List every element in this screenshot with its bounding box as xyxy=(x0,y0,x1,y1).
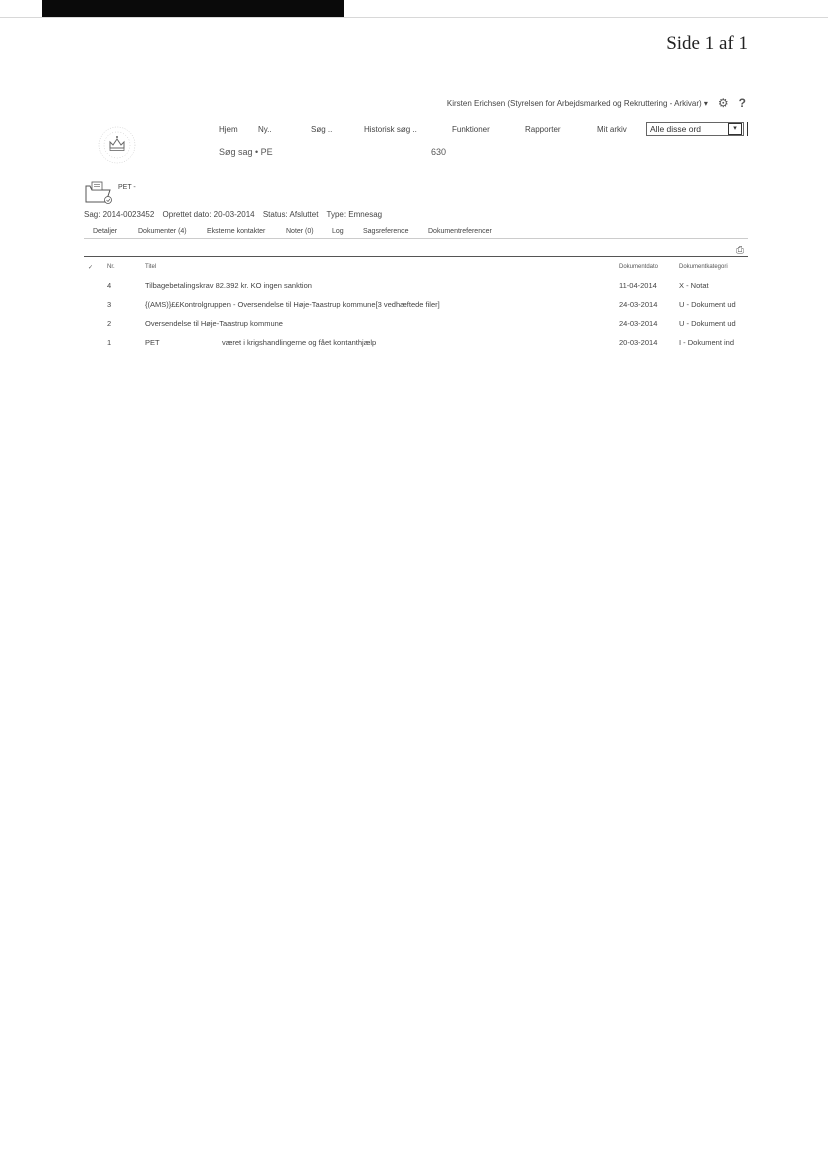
tab-log[interactable]: Log xyxy=(332,228,344,235)
nav-historic-search[interactable]: Historisk søg .. xyxy=(364,125,417,134)
table-row[interactable]: 3 {(AMS)}££Kontrolgruppen - Oversendelse… xyxy=(0,300,828,314)
column-header-nr[interactable]: Nr. xyxy=(107,264,115,270)
select-all-check-icon[interactable]: ✓ xyxy=(88,264,93,271)
row-title[interactable]: Oversendelse til Høje-Taastrup kommune xyxy=(145,319,283,328)
row-category: X - Notat xyxy=(679,281,709,290)
print-icon[interactable]: ⎙ xyxy=(736,245,744,256)
table-row[interactable]: 4 Tilbagebetalingskrav 82.392 kr. KO ing… xyxy=(0,281,828,295)
tab-notes[interactable]: Noter (0) xyxy=(286,228,314,235)
page-number: Side 1 af 1 xyxy=(666,33,748,54)
tabs-divider xyxy=(84,238,748,239)
case-type: Type: Emnesag xyxy=(326,210,383,219)
table-top-rule xyxy=(84,256,748,257)
case-folder-icon xyxy=(85,181,112,204)
case-created: Oprettet dato: 20-03-2014 xyxy=(162,210,255,219)
row-category: U - Dokument ud xyxy=(679,319,736,328)
tab-documents[interactable]: Dokumenter (4) xyxy=(138,228,187,235)
case-meta: Sag: 2014-0023452 Oprettet dato: 20-03-2… xyxy=(84,210,388,219)
nav-new[interactable]: Ny.. xyxy=(258,125,272,134)
nav-functions[interactable]: Funktioner xyxy=(452,125,490,134)
gear-icon[interactable]: ⚙ xyxy=(718,96,729,110)
row-nr: 3 xyxy=(107,300,112,309)
text-cursor xyxy=(747,122,748,136)
row-title[interactable]: {(AMS)}££Kontrolgruppen - Oversendelse t… xyxy=(145,300,440,309)
user-menu[interactable]: Kirsten Erichsen (Styrelsen for Arbejdsm… xyxy=(447,99,708,108)
row-date: 11-04-2014 xyxy=(619,281,657,290)
top-divider xyxy=(0,17,828,18)
row-date: 24-03-2014 xyxy=(619,300,658,309)
breadcrumb[interactable]: Søg sag • PE xyxy=(219,147,273,157)
breadcrumb-number: 630 xyxy=(431,147,447,157)
row-nr: 2 xyxy=(107,319,112,328)
search-scope-value: Alle disse ord xyxy=(650,124,702,134)
row-title[interactable]: Tilbagebetalingskrav 82.392 kr. KO ingen… xyxy=(145,281,312,290)
tab-case-reference[interactable]: Sagsreference xyxy=(363,228,409,235)
row-category: I - Dokument ind xyxy=(679,338,735,347)
column-header-category[interactable]: Dokumentkategori xyxy=(679,264,728,270)
redaction-bar xyxy=(42,0,344,17)
column-header-date[interactable]: Dokumentdato xyxy=(619,264,658,270)
row-category: U - Dokument ud xyxy=(679,300,736,309)
tab-document-references[interactable]: Dokumentreferencer xyxy=(428,228,492,235)
row-date: 20-03-2014 xyxy=(619,338,658,347)
nav-home[interactable]: Hjem xyxy=(219,125,238,134)
table-row[interactable]: 2 Oversendelse til Høje-Taastrup kommune… xyxy=(0,319,828,333)
nav-search[interactable]: Søg .. xyxy=(311,125,332,134)
row-date: 24-03-2014 xyxy=(619,319,658,328)
nav-reports[interactable]: Rapporter xyxy=(525,125,561,134)
case-status: Status: Afsluttet xyxy=(262,210,319,219)
tab-details[interactable]: Detaljer xyxy=(93,228,117,235)
case-number: Sag: 2014-0023452 xyxy=(84,210,155,219)
user-bar: Kirsten Erichsen (Styrelsen for Arbejdsm… xyxy=(447,96,746,110)
row-nr: 1 xyxy=(107,338,112,347)
table-row[interactable]: 1 PET været i krigshandlingerne og fået … xyxy=(0,338,828,352)
case-title: PET - xyxy=(118,184,136,191)
tab-external-contacts[interactable]: Eksterne kontakter xyxy=(207,228,265,235)
help-icon[interactable]: ? xyxy=(739,96,746,110)
row-nr: 4 xyxy=(107,281,112,290)
column-header-title[interactable]: Titel xyxy=(145,264,156,270)
row-title[interactable]: PET været i krigshandlingerne og fået ko… xyxy=(145,338,376,347)
nav-my-archive[interactable]: Mit arkiv xyxy=(597,125,627,134)
search-scope-select[interactable]: Alle disse ord ▾ xyxy=(646,122,744,136)
chevron-down-icon[interactable]: ▾ xyxy=(728,123,742,135)
